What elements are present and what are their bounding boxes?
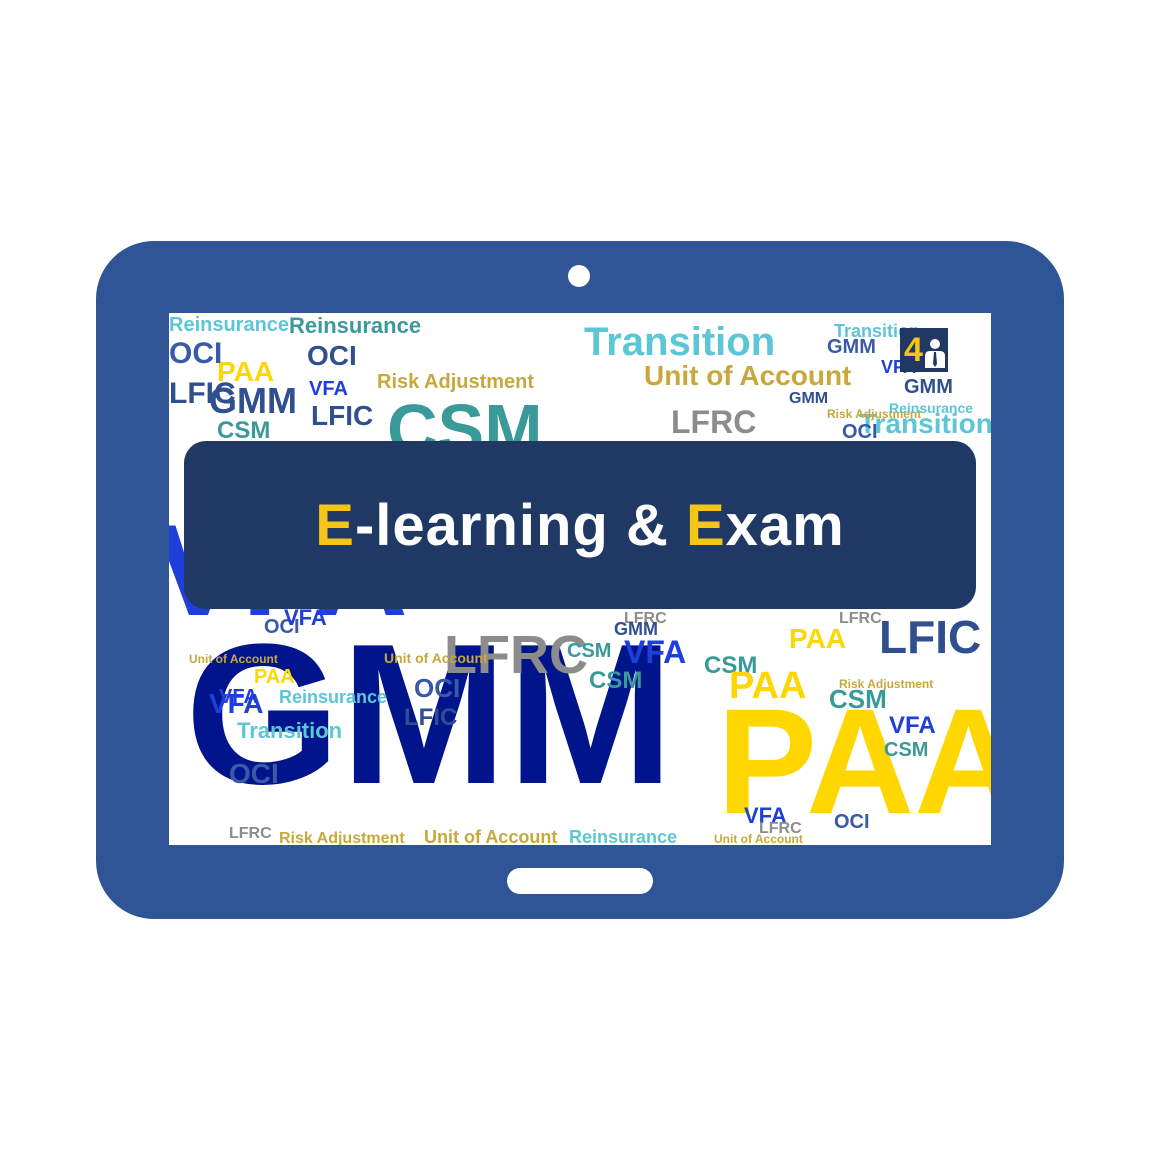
word-cloud-term: OCI (842, 421, 878, 443)
word-cloud-term: LFIC (404, 704, 457, 731)
word-cloud-term: OCI (414, 673, 460, 703)
tablet-screen: GMMPAAVFATransitionRisk AdjustmentUnit o… (169, 313, 991, 845)
word-cloud-term: LFRC (671, 404, 756, 440)
word-cloud-term: Reinsurance (289, 313, 421, 338)
word-cloud-term: PAA (789, 623, 846, 654)
tablet-frame: GMMPAAVFATransitionRisk AdjustmentUnit o… (96, 241, 1064, 919)
word-cloud-term: LFRC (759, 820, 802, 837)
word-cloud-term: LFIC (311, 400, 373, 431)
brand-logo: 4 (900, 328, 948, 372)
banner-title-accent-letter: E (315, 492, 355, 558)
word-cloud-term: VFA (624, 634, 686, 670)
title-banner: E-learning & Exam (184, 441, 976, 609)
word-cloud-term: LFRC (839, 610, 882, 627)
word-cloud-term: CSM (589, 667, 642, 694)
logo-digit: 4 (904, 331, 923, 369)
word-cloud-term: PAA (729, 665, 806, 707)
word-cloud-term: LFIC (879, 611, 981, 663)
word-cloud-term: Transition (584, 320, 775, 364)
word-cloud-term: PAA (254, 666, 295, 688)
camera-dot (568, 265, 590, 287)
word-cloud-term: GMM (827, 336, 876, 358)
word-cloud-term: CSM (884, 739, 928, 761)
word-cloud-term: Transition (237, 718, 342, 743)
banner-title-accent-letter: E (685, 492, 726, 558)
word-cloud-term: GMM (904, 376, 953, 398)
word-cloud-term: Unit of Account (384, 650, 488, 666)
word-cloud-term: VFA (309, 378, 348, 400)
people-icon (925, 339, 945, 368)
word-cloud-term: VFA (219, 686, 258, 708)
word-cloud-term: Reinsurance (569, 827, 677, 845)
word-cloud-term: Unit of Account (189, 652, 278, 666)
banner-title: E-learning & Exam (315, 492, 845, 559)
word-cloud-term: Risk Adjustment (279, 830, 405, 845)
word-cloud-term: OCI (307, 340, 357, 371)
word-cloud-term: Unit of Account (424, 827, 557, 845)
word-cloud-term: OCI (169, 337, 222, 370)
word-cloud-term: GMM (614, 619, 658, 639)
banner-title-text: -learning & (354, 492, 686, 558)
word-cloud-term: VFA (889, 712, 936, 739)
word-cloud-term: Unit of Account (644, 360, 851, 391)
word-cloud-term: CSM (217, 417, 270, 444)
word-cloud-term: OCI (834, 811, 870, 833)
word-cloud-term: Reinsurance (889, 400, 973, 416)
word-cloud-term: Risk Adjustment (839, 677, 933, 691)
word-cloud-term: GMM (789, 390, 828, 407)
word-cloud-term: OCI (229, 758, 279, 789)
word-cloud-term: LFIC (169, 377, 236, 410)
word-cloud-term: Reinsurance (169, 314, 289, 336)
word-cloud-term: Reinsurance (279, 687, 387, 707)
banner-title-text: xam (725, 492, 845, 558)
home-button[interactable] (507, 868, 653, 894)
word-cloud-term: LFRC (229, 825, 272, 842)
word-cloud-term: CSM (567, 640, 611, 662)
